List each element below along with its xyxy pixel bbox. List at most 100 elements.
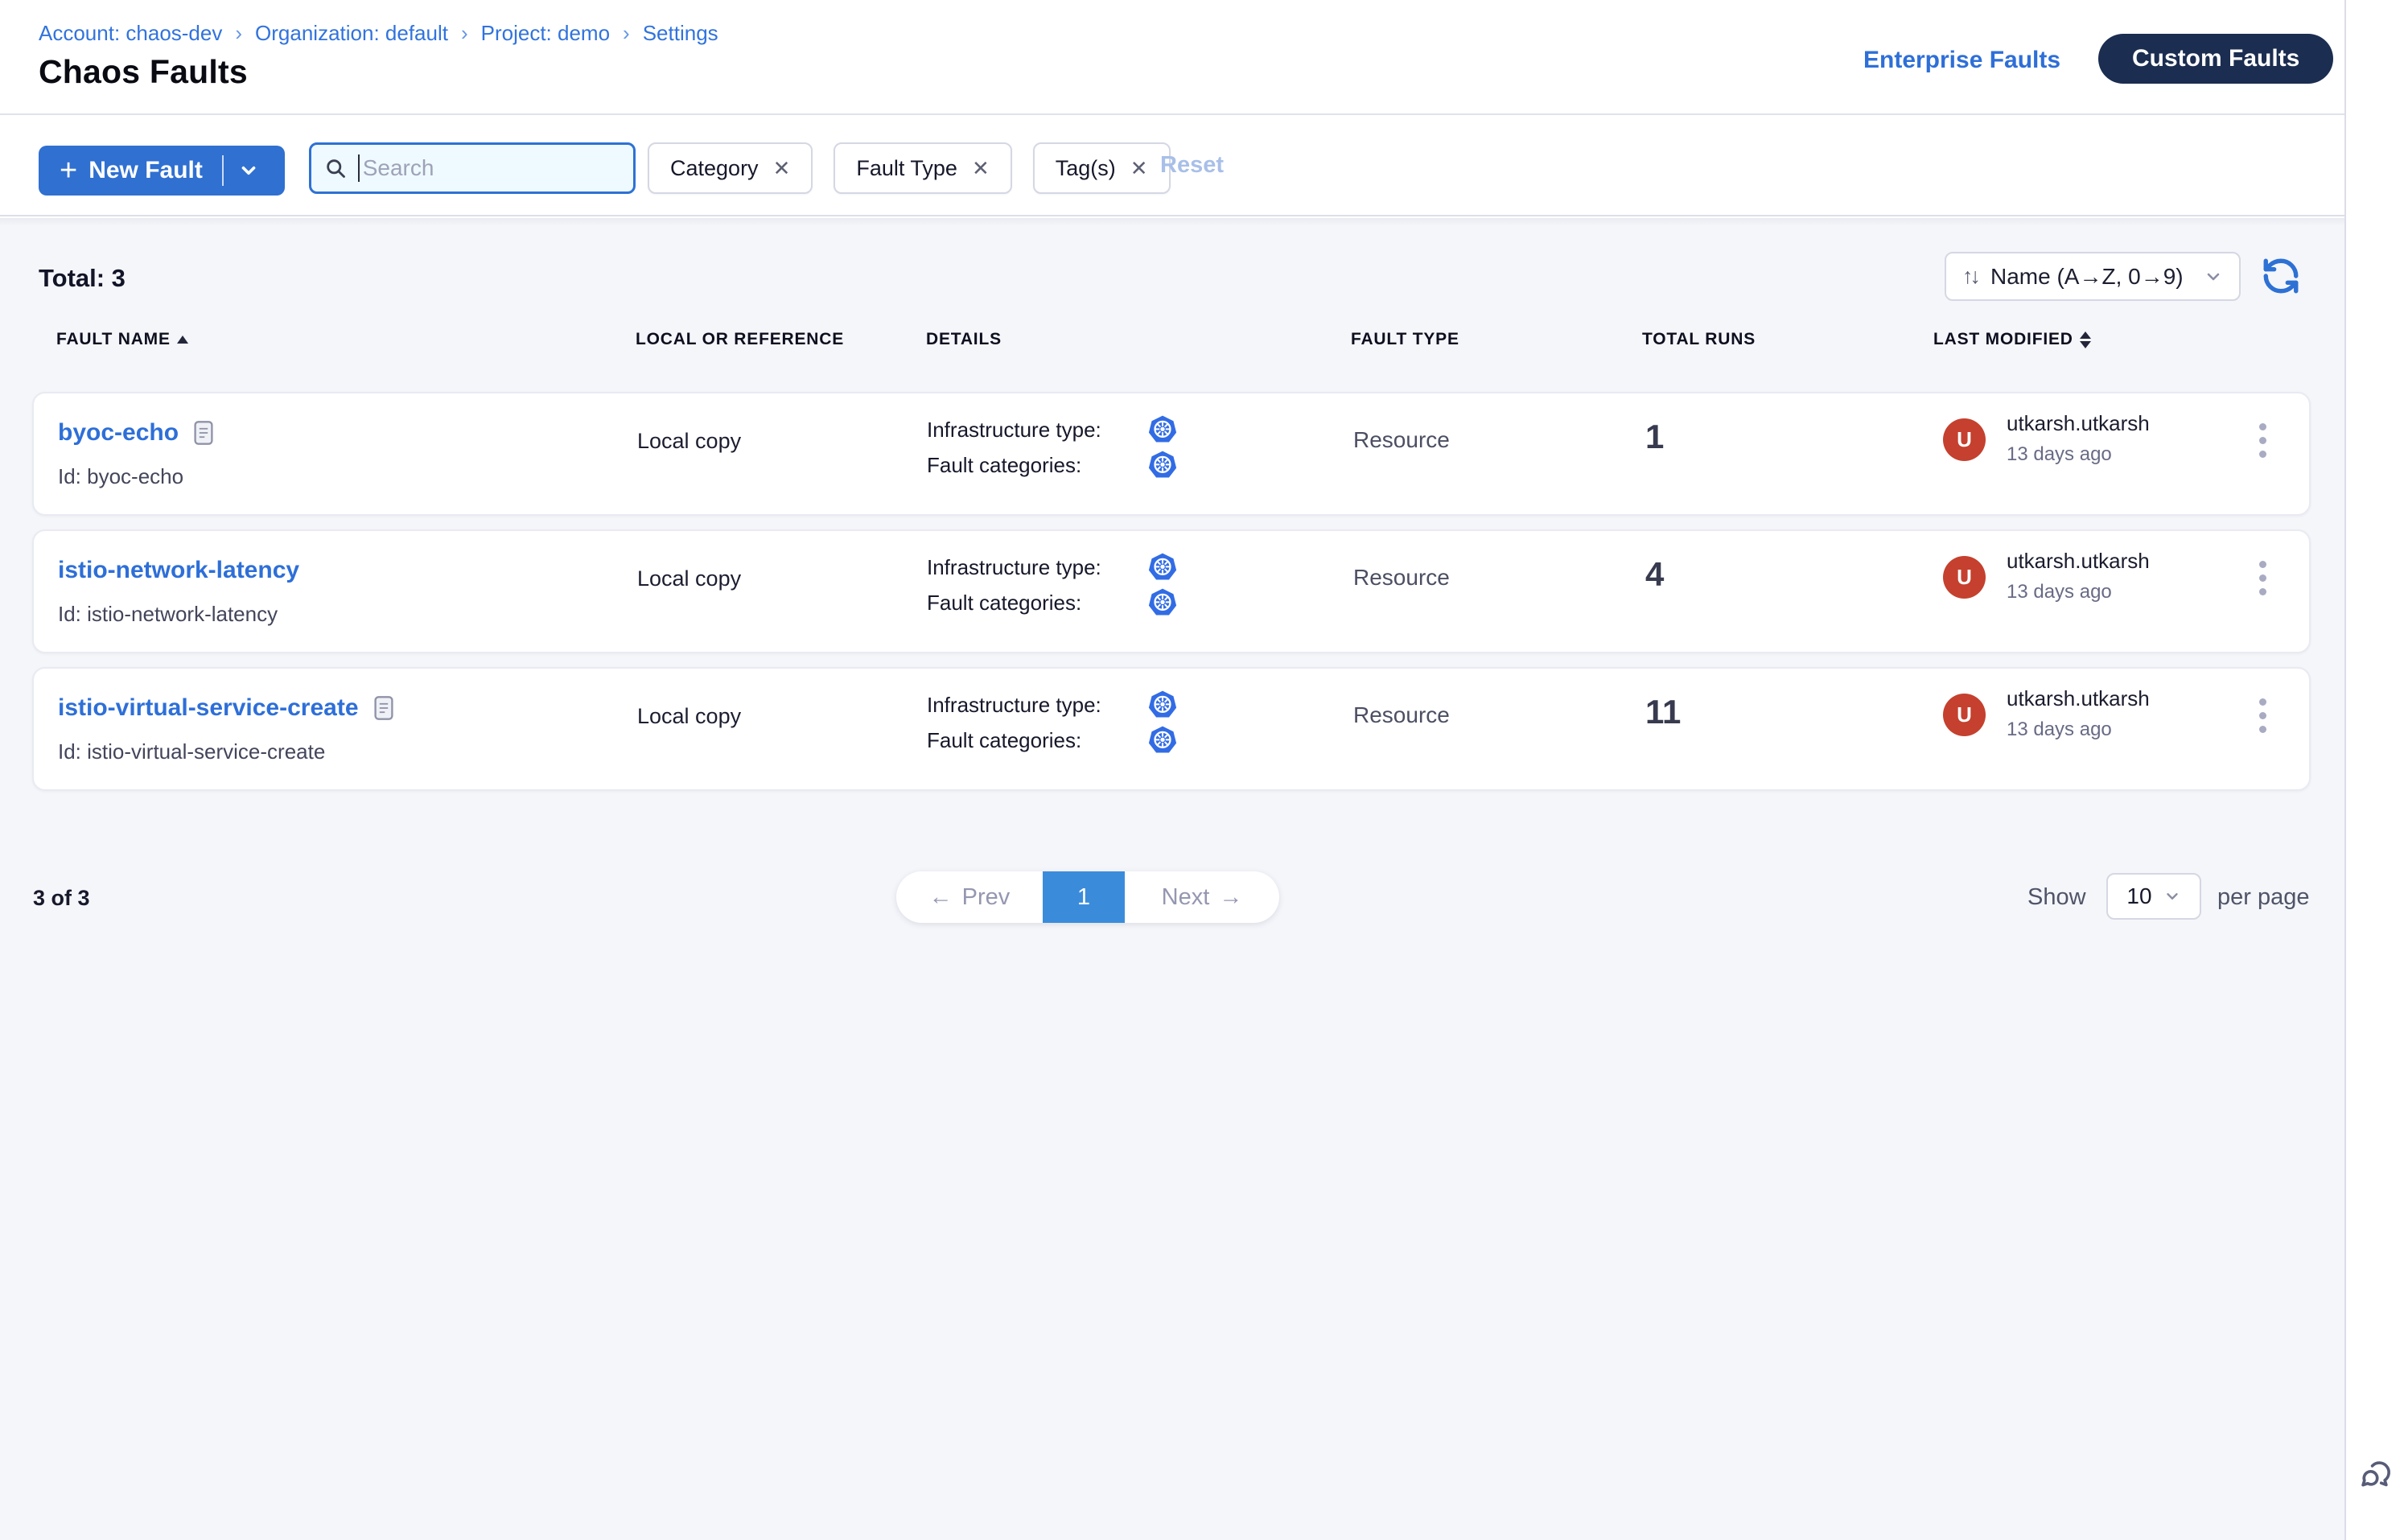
manifest-icon [373, 695, 394, 721]
infrastructure-type-label: Infrastructure type: [927, 693, 1147, 718]
page-size-value: 10 [2126, 883, 2151, 909]
filter-chip-fault-type[interactable]: Fault Type ✕ [834, 142, 1011, 194]
filter-chip-tags[interactable]: Tag(s) ✕ [1033, 142, 1171, 194]
infrastructure-type-label: Infrastructure type: [927, 418, 1147, 443]
per-page-label: per page [2217, 884, 2310, 911]
breadcrumb-separator: › [461, 21, 468, 46]
table-row[interactable]: byoc-echo Id: byoc-echo Local copy Infra… [32, 392, 2311, 516]
custom-faults-button[interactable]: Custom Faults [2098, 34, 2333, 84]
column-header-total-runs: TOTAL RUNS [1642, 330, 1756, 349]
avatar: U [1943, 418, 1986, 461]
column-header-label: TOTAL RUNS [1642, 330, 1756, 349]
modified-by: utkarsh.utkarsh [2007, 411, 2150, 436]
row-menu-button[interactable] [2240, 691, 2285, 739]
column-header-details: DETAILS [926, 330, 1002, 349]
search-input[interactable] [363, 155, 620, 181]
toolbar: + New Fault Category ✕ Fault Type ✕ Tag(… [0, 117, 2344, 216]
total-runs-value: 4 [1645, 555, 1664, 594]
fault-id: Id: istio-network-latency [58, 602, 278, 627]
fault-name-link[interactable]: istio-network-latency [58, 557, 299, 584]
close-icon[interactable]: ✕ [972, 158, 990, 179]
sort-dropdown-value: Name (A→Z, 0→9) [1990, 264, 2184, 290]
column-header-fault-type: FAULT TYPE [1351, 330, 1459, 349]
kubernetes-icon [1147, 552, 1178, 583]
sort-dropdown[interactable]: ↑↓ Name (A→Z, 0→9) [1945, 252, 2241, 301]
column-header-label: FAULT NAME [56, 330, 171, 349]
fault-id: Id: byoc-echo [58, 464, 183, 489]
column-header-label: LAST MODIFIED [1933, 330, 2073, 349]
kubernetes-icon [1147, 414, 1178, 445]
fault-categories-label: Fault categories: [927, 728, 1147, 753]
button-divider [222, 155, 224, 186]
total-runs-value: 11 [1645, 693, 1681, 731]
column-header-label: DETAILS [926, 330, 1002, 349]
prev-page-button[interactable]: ← Prev [896, 871, 1043, 923]
modified-at: 13 days ago [2007, 443, 2112, 466]
search-icon [324, 157, 347, 179]
enterprise-faults-link[interactable]: Enterprise Faults [1863, 47, 2060, 74]
reset-filters-button[interactable]: Reset [1160, 152, 1224, 179]
column-header-last-modified[interactable]: LAST MODIFIED [1933, 330, 2091, 349]
fault-id: Id: istio-virtual-service-create [58, 739, 325, 764]
column-header-label: LOCAL OR REFERENCE [636, 330, 844, 349]
filter-chip-label: Tag(s) [1056, 156, 1116, 181]
modified-at: 13 days ago [2007, 581, 2112, 603]
kubernetes-icon [1147, 725, 1178, 756]
page-header: Account: chaos-dev › Organization: defau… [0, 0, 2344, 115]
pagination-summary: 3 of 3 [33, 886, 90, 911]
pager: ← Prev 1 Next → [896, 871, 1279, 923]
filter-chip-label: Category [670, 156, 759, 181]
modified-at: 13 days ago [2007, 719, 2112, 741]
show-label: Show [2027, 884, 2086, 911]
column-header-fault-name[interactable]: FAULT NAME [56, 330, 188, 349]
modified-by: utkarsh.utkarsh [2007, 686, 2150, 711]
breadcrumb-project[interactable]: Project: demo [481, 21, 610, 46]
current-page-button[interactable]: 1 [1043, 871, 1125, 923]
sort-arrows-icon: ↑↓ [1962, 264, 1978, 289]
content-area: Total: 3 ↑↓ Name (A→Z, 0→9) FAULT NAME L… [0, 218, 2344, 1540]
chevron-down-icon[interactable] [238, 160, 259, 181]
fault-name-link[interactable]: byoc-echo [58, 419, 179, 447]
row-menu-button[interactable] [2240, 554, 2285, 602]
prev-label: Prev [962, 884, 1011, 911]
sort-asc-icon [177, 336, 188, 344]
row-menu-button[interactable] [2240, 416, 2285, 464]
fault-name-link[interactable]: istio-virtual-service-create [58, 694, 359, 722]
manifest-icon [193, 420, 214, 446]
column-header-label: FAULT TYPE [1351, 330, 1459, 349]
breadcrumb-organization[interactable]: Organization: default [255, 21, 448, 46]
fault-categories-label: Fault categories: [927, 453, 1147, 478]
breadcrumb-settings[interactable]: Settings [643, 21, 718, 46]
filter-chip-category[interactable]: Category ✕ [648, 142, 813, 194]
next-page-button[interactable]: Next → [1125, 871, 1279, 923]
fault-categories-label: Fault categories: [927, 591, 1147, 616]
breadcrumb-separator: › [235, 21, 242, 46]
arrow-right-icon: → [1219, 884, 1242, 911]
close-icon[interactable]: ✕ [1130, 158, 1148, 179]
right-rail [2344, 0, 2404, 1540]
refresh-button[interactable] [2261, 256, 2301, 296]
chevron-down-icon [2204, 267, 2223, 286]
table-row[interactable]: istio-virtual-service-create Id: istio-v… [32, 667, 2311, 791]
infrastructure-type-label: Infrastructure type: [927, 555, 1147, 580]
breadcrumb-separator: › [623, 21, 630, 46]
new-fault-button[interactable]: + New Fault [39, 146, 285, 196]
chat-help-button[interactable] [2357, 1456, 2394, 1493]
local-or-reference-value: Local copy [637, 704, 741, 729]
new-fault-label: New Fault [89, 157, 203, 184]
local-or-reference-value: Local copy [637, 566, 741, 591]
chaos-faults-page: Account: chaos-dev › Organization: defau… [0, 0, 2404, 1540]
page-size-select[interactable]: 10 [2106, 873, 2201, 920]
modified-by: utkarsh.utkarsh [2007, 549, 2150, 574]
close-icon[interactable]: ✕ [773, 158, 791, 179]
fault-type-value: Resource [1353, 565, 1450, 591]
local-or-reference-value: Local copy [637, 429, 741, 454]
kubernetes-icon [1147, 690, 1178, 720]
search-box[interactable] [309, 142, 636, 194]
text-cursor [358, 154, 360, 182]
table-header-row: FAULT NAME LOCAL OR REFERENCE DETAILS FA… [0, 330, 2344, 362]
table-row[interactable]: istio-network-latency Id: istio-network-… [32, 529, 2311, 653]
avatar: U [1943, 694, 1986, 736]
breadcrumb-account[interactable]: Account: chaos-dev [39, 21, 222, 46]
kubernetes-icon [1147, 450, 1178, 480]
